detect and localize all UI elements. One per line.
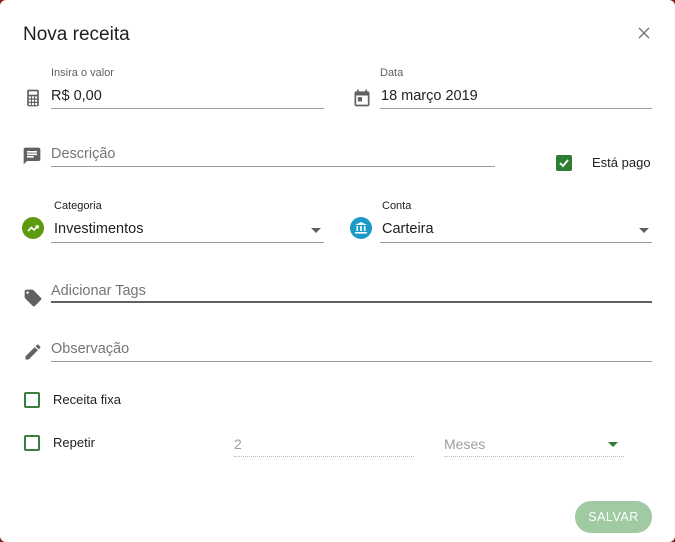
description-input[interactable]: Descrição: [51, 146, 115, 162]
repeat-period-underline: [444, 456, 624, 457]
save-button[interactable]: SALVAR: [575, 501, 652, 533]
description-icon: [23, 147, 41, 165]
category-underline: [51, 242, 324, 243]
repeat-count-underline: [234, 456, 414, 457]
tags-underline: [51, 301, 652, 303]
repeat-checkbox[interactable]: [24, 435, 40, 451]
notes-input[interactable]: Observação: [51, 341, 129, 357]
repeat-label: Repetir: [53, 435, 95, 450]
category-label: Categoria: [54, 200, 102, 212]
calendar-icon: [354, 89, 370, 107]
paid-checkbox[interactable]: [556, 155, 572, 171]
trending-up-icon: [27, 225, 39, 232]
description-underline: [51, 166, 495, 167]
paid-label: Está pago: [592, 155, 651, 170]
repeat-count-input[interactable]: 2: [234, 436, 242, 452]
account-icon-badge: [350, 217, 372, 239]
account-underline: [380, 242, 652, 243]
notes-underline: [51, 361, 652, 362]
value-input[interactable]: R$ 0,00: [51, 88, 102, 104]
category-icon-badge: [22, 217, 44, 239]
category-select[interactable]: Investimentos: [54, 221, 143, 237]
calculator-icon: [27, 89, 39, 107]
dialog-title: Nova receita: [23, 24, 130, 45]
pencil-icon: [25, 344, 41, 360]
tag-icon: [24, 289, 42, 307]
repeat-period-dropdown-icon[interactable]: [608, 442, 618, 447]
value-underline: [51, 108, 324, 109]
date-input[interactable]: 18 março 2019: [381, 88, 478, 104]
check-icon: [559, 159, 569, 168]
account-dropdown-icon[interactable]: [639, 228, 649, 233]
fixed-income-label: Receita fixa: [53, 392, 121, 407]
date-label: Data: [380, 67, 404, 79]
account-select[interactable]: Carteira: [382, 221, 434, 237]
close-icon[interactable]: [636, 25, 652, 41]
date-underline: [380, 108, 652, 109]
new-income-dialog: Nova receita Insira o valor R$ 0,00 Data…: [0, 0, 675, 542]
value-label: Insira o valor: [51, 67, 114, 79]
account-label: Conta: [382, 200, 412, 212]
fixed-income-checkbox[interactable]: [24, 392, 40, 408]
bank-icon: [355, 222, 367, 234]
category-dropdown-icon[interactable]: [311, 228, 321, 233]
tags-input[interactable]: Adicionar Tags: [51, 283, 146, 299]
repeat-period-select[interactable]: Meses: [444, 436, 485, 452]
